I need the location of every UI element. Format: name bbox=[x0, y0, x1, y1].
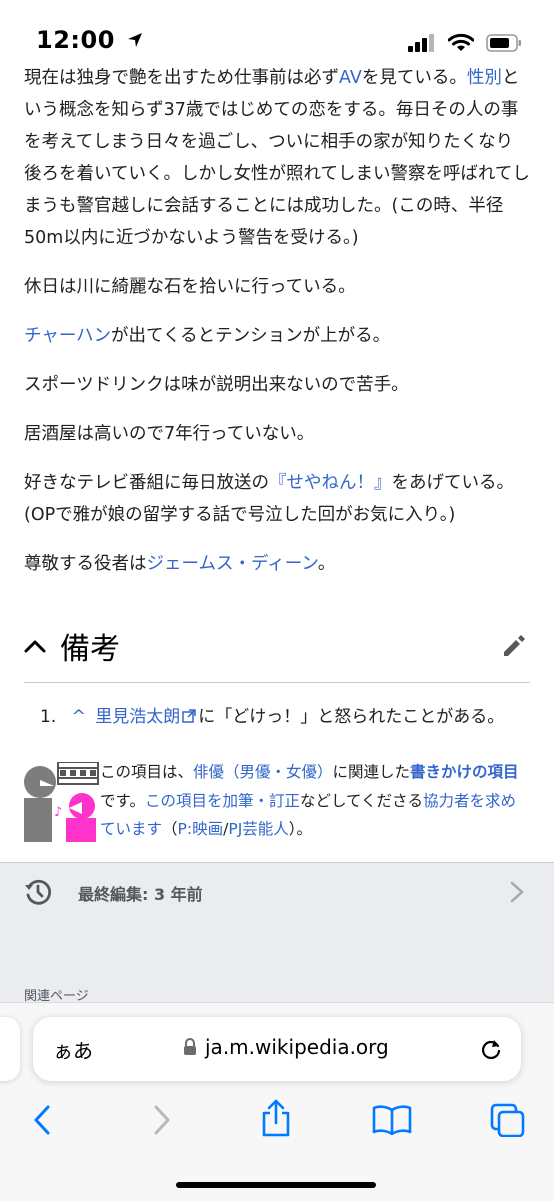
text: ）。 bbox=[288, 820, 313, 838]
signal-bars-icon bbox=[408, 34, 434, 52]
link-james-dean[interactable]: ジェームス・ディーン bbox=[147, 554, 318, 574]
link-fried-rice[interactable]: チャーハン bbox=[24, 326, 111, 346]
history-clock-icon bbox=[25, 879, 52, 905]
share-icon[interactable] bbox=[260, 1099, 292, 1137]
paragraph-daily-life: 現在は独身で艶を出すため仕事前は必ずAVを見ている。性別という概念を知らず37歳… bbox=[24, 62, 530, 254]
link-satomi[interactable]: 里見浩太朗 bbox=[95, 707, 180, 727]
clock-text: 12:00 bbox=[36, 26, 115, 54]
back-chevron-icon[interactable] bbox=[33, 1105, 51, 1135]
link-actor[interactable]: 俳優（男優・女優） bbox=[193, 763, 333, 781]
text: です。 bbox=[100, 791, 145, 810]
text: に「どけっ！」と怒られたことがある。 bbox=[198, 707, 505, 727]
reader-settings-button[interactable]: ぁあ bbox=[53, 1035, 93, 1064]
chevron-right-icon bbox=[510, 881, 524, 903]
browser-toolbar: ぁあ ja.m.wikipedia.org bbox=[0, 1002, 554, 1201]
stub-actor-icon: ♪ bbox=[24, 762, 99, 842]
article-content: 現在は独身で艶を出すため仕事前は必ずAVを見ている。性別という概念を知らず37歳… bbox=[24, 62, 530, 597]
section-header-notes[interactable]: 備考 bbox=[24, 616, 530, 683]
text: という概念を知らず37歳ではじめての恋をする。毎日その人の事を考えてしまう日々を… bbox=[24, 68, 530, 248]
text: などしてくださる bbox=[299, 791, 424, 810]
last-edited-bar[interactable]: 最終編集: 3 年前 bbox=[0, 862, 554, 922]
link-gender[interactable]: 性別 bbox=[467, 68, 502, 88]
lock-icon bbox=[184, 1038, 196, 1055]
svg-text:♪: ♪ bbox=[54, 805, 62, 820]
paragraph-fried-rice: チャーハンが出てくるとテンションが上がる。 bbox=[24, 320, 530, 352]
pencil-icon[interactable] bbox=[500, 632, 528, 660]
section-title: 備考 bbox=[60, 632, 120, 667]
stub-notice: ♪ この項目は、俳優（男優・女優）に関連した書きかけの項目です。この項目を加筆・… bbox=[24, 758, 530, 848]
references-list: 1. ^ 里見浩太朗 に「どけっ！」と怒られたことがある。 bbox=[40, 702, 530, 732]
stub-text: この項目は、俳優（男優・女優）に関連した書きかけの項目です。この項目を加筆・訂正… bbox=[100, 758, 530, 844]
text: が出てくるとテンションが上がる。 bbox=[110, 326, 391, 346]
paragraph-holiday: 休日は川に綺麗な石を拾いに行っている。 bbox=[24, 277, 356, 297]
text: に関連した bbox=[332, 763, 411, 781]
wifi-icon bbox=[448, 33, 474, 51]
link-av[interactable]: AV bbox=[339, 68, 362, 88]
reference-item: 1. ^ 里見浩太朗 に「どけっ！」と怒られたことがある。 bbox=[40, 702, 530, 732]
battery-icon bbox=[486, 34, 521, 52]
paragraph-respected-actor: 尊敬する役者はジェームス・ディーン。 bbox=[24, 548, 530, 580]
external-link-icon bbox=[182, 709, 197, 723]
last-edited-label: 最終編集: 3 年前 bbox=[78, 885, 203, 904]
link-stub-article[interactable]: 書きかけの項目 bbox=[410, 763, 519, 781]
link-project-entertainer[interactable]: PJ芸能人 bbox=[228, 820, 288, 838]
reference-caret[interactable]: ^ bbox=[72, 707, 86, 727]
link-portal-film[interactable]: P:映画 bbox=[178, 820, 224, 838]
status-time: 12:00 bbox=[36, 26, 144, 54]
bookmarks-icon[interactable] bbox=[372, 1105, 412, 1135]
home-indicator bbox=[176, 1182, 376, 1188]
text: 尊敬する役者は bbox=[24, 554, 147, 574]
status-icons bbox=[408, 30, 522, 56]
paragraph-tv-show: 好きなテレビ番組に毎日放送の『せやねん！』をあげている。(OPで雅が娘の留学する… bbox=[24, 467, 530, 531]
text: 現在は独身で艶を出すため仕事前は必ず bbox=[24, 68, 339, 88]
location-arrow-icon bbox=[127, 33, 142, 47]
link-seyanen[interactable]: 『せやねん！』 bbox=[269, 473, 392, 493]
text: を見ている。 bbox=[361, 68, 467, 88]
text: 。 bbox=[317, 554, 336, 574]
forward-chevron-icon[interactable] bbox=[153, 1105, 171, 1135]
chevron-up-icon[interactable] bbox=[24, 638, 46, 654]
reference-number: 1. bbox=[40, 707, 57, 727]
reload-icon[interactable] bbox=[479, 1037, 503, 1061]
paragraph-izakaya: 居酒屋は高いので7年行っていない。 bbox=[24, 424, 315, 444]
url-display[interactable]: ja.m.wikipedia.org bbox=[183, 1035, 389, 1059]
paragraph-sports-drink: スポーツドリンクは味が説明出来ないので苦手。 bbox=[24, 375, 409, 395]
tabs-icon[interactable] bbox=[490, 1103, 526, 1137]
text: （ bbox=[162, 820, 178, 838]
text: この項目は、 bbox=[100, 763, 194, 781]
previous-tab-peek[interactable] bbox=[0, 1017, 20, 1081]
address-bar[interactable]: ぁあ ja.m.wikipedia.org bbox=[33, 1017, 521, 1081]
url-text: ja.m.wikipedia.org bbox=[205, 1035, 389, 1059]
link-edit-article[interactable]: この項目を加筆・訂正 bbox=[145, 792, 300, 810]
text: 好きなテレビ番組に毎日放送の bbox=[24, 473, 269, 493]
